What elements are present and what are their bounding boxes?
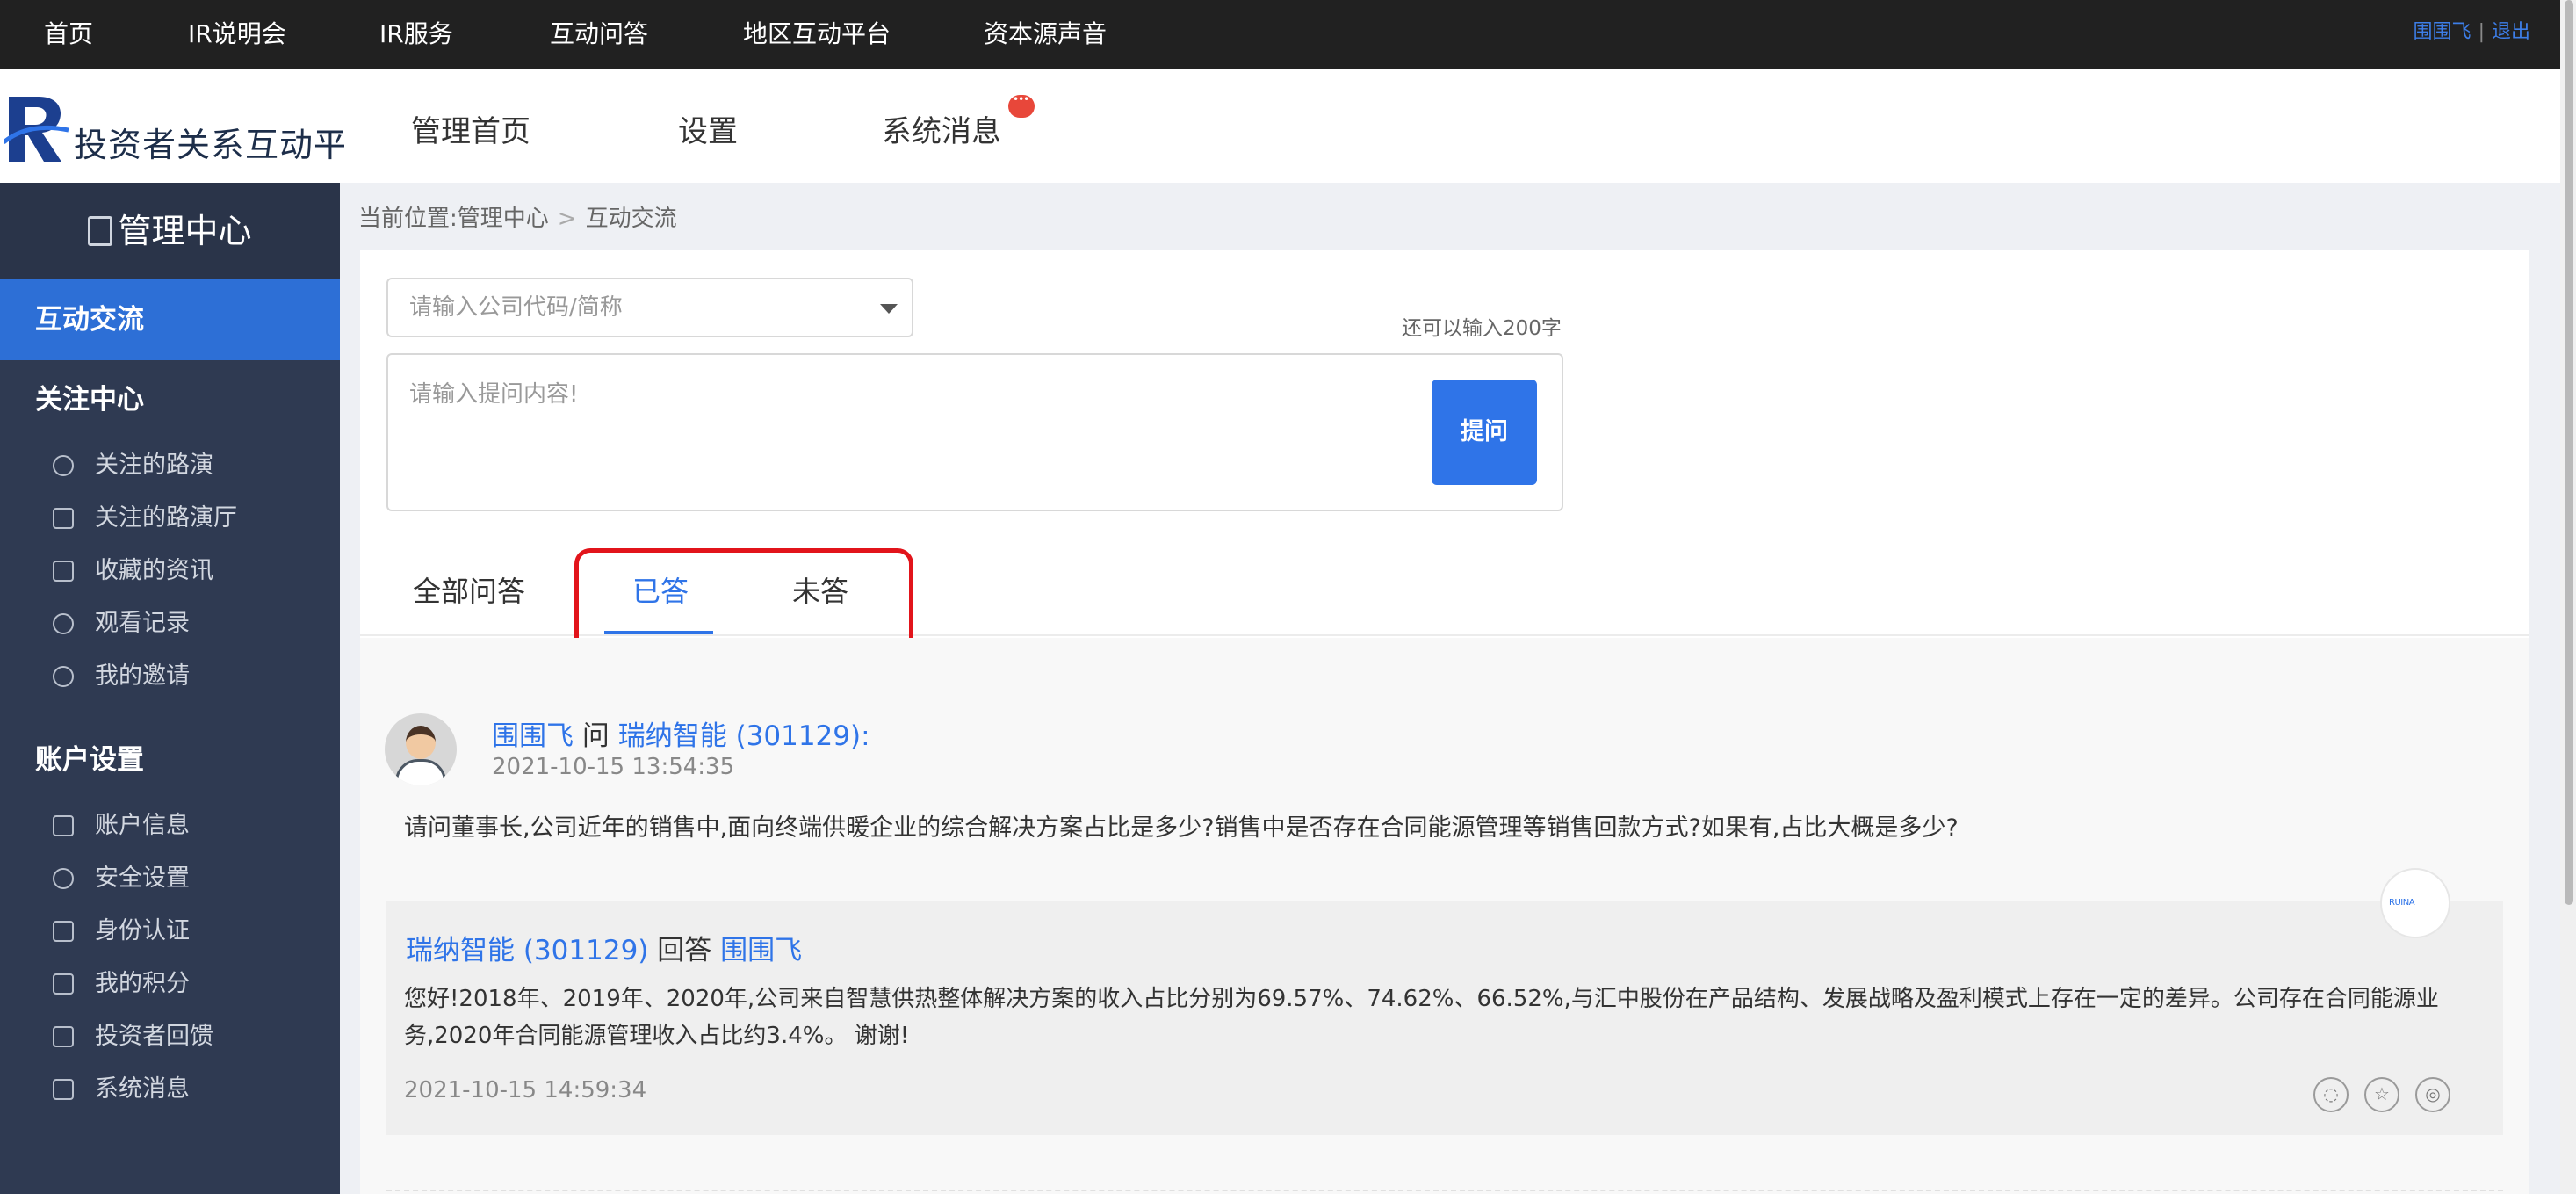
clock-icon [53,613,74,634]
sidebar-item-identity[interactable]: 身份认证 [0,905,340,958]
company-select[interactable]: 请输入公司代码/简称 [386,278,913,337]
breadcrumb: 当前位置:管理中心 > 互动交流 [358,200,677,233]
sidebar-item-label: 账户信息 [95,812,190,839]
user-separator: | [2478,21,2485,43]
scrollbar-thumb[interactable] [2565,0,2573,905]
sidebar-item-label: 身份认证 [95,917,190,944]
scrollbar[interactable] [2560,0,2576,1194]
tab-all[interactable]: 全部问答 [413,569,525,610]
ask-word: 问 [581,720,610,752]
video-icon [53,508,74,529]
question-time: 2021-10-15 13:54:35 [492,754,735,780]
sidebar-item-label: 安全设置 [95,865,190,892]
question-textarea[interactable]: 请输入提问内容! [386,353,1563,511]
sidebar-item-label: 关注的路演厅 [95,504,237,532]
sidebar-group-account: 账户设置 [35,744,144,776]
sidebar-item-rewards[interactable]: 投资者回馈 [0,1010,340,1063]
question-colon: : [861,720,870,752]
breadcrumb-current: 互动交流 [585,206,677,232]
char-counter: 还可以输入200字 [1402,317,1562,340]
breadcrumb-prefix: 当前位置: [358,206,458,232]
user-area: 围围飞 | 退出 [2414,0,2530,69]
sidebar-title-label: 管理中心 [118,212,252,250]
star-icon[interactable]: ☆ [2364,1077,2399,1112]
sidebar-item-invitations[interactable]: 我的邀请 [0,650,340,703]
answer-text: 您好!2018年、2019年、2020年,公司来自智慧供热整体解决方案的收入占比… [404,986,2439,1049]
top-nav: 首页 IR说明会 IR服务 互动问答 地区互动平台 资本源声音 围围飞 | 退出 [0,0,2576,69]
answer-meta: 瑞纳智能 (301129) 回答 围围飞 [406,928,802,967]
sidebar-item-system-messages[interactable]: 系统消息 [0,1063,340,1116]
message-badge-icon [1008,93,1035,118]
weibo-icon[interactable]: ◎ [2415,1077,2450,1112]
topnav-regional[interactable]: 地区互动平台 [743,0,891,69]
sidebar-item-label: 收藏的资讯 [95,557,213,584]
topnav-ir-meeting[interactable]: IR说明会 [188,0,286,69]
company-logo: RUINA [2380,868,2450,938]
sidebar-item-followed-halls[interactable]: 关注的路演厅 [0,492,340,545]
list-divider [386,1190,2503,1191]
sidebar-item-security[interactable]: 安全设置 [0,852,340,905]
sidebar-group-follow: 关注中心 [35,384,144,416]
logout-link[interactable]: 退出 [2492,21,2530,43]
header: 投资者关系互动平 管理首页 设置 系统消息 [0,69,2576,183]
gift-icon [53,1026,74,1047]
sidebar-item-saved-news[interactable]: 收藏的资讯 [0,545,340,597]
site-logo[interactable]: 投资者关系互动平 [0,88,344,167]
logo-r-icon [4,97,69,162]
sidebar-item-label: 系统消息 [95,1075,190,1103]
answer-time: 2021-10-15 14:59:34 [404,1077,647,1104]
edit-icon [53,815,74,836]
wechat-icon[interactable]: ◌ [2313,1077,2349,1112]
breadcrumb-management[interactable]: 管理中心 [458,206,549,232]
sidebar-item-followed-roadshows[interactable]: 关注的路演 [0,439,340,492]
logo-text: 投资者关系互动平 [74,126,344,164]
sidebar-item-points[interactable]: 我的积分 [0,958,340,1010]
sidebar-item-interaction[interactable]: 互动交流 [0,279,340,360]
answer-company-link[interactable]: 瑞纳智能 (301129) [406,935,648,966]
question-text: 请问董事长,公司近年的销售中,面向终端供暖企业的综合解决方案占比是多少?销售中是… [404,814,1959,842]
user-icon [53,666,74,687]
avatar-body [395,759,446,785]
header-nav-home[interactable]: 管理首页 [411,107,530,150]
sidebar-item-label: 观看记录 [95,610,190,637]
id-card-icon [53,921,74,942]
sidebar-item-account-info[interactable]: 账户信息 [0,800,340,852]
topnav-ir-service[interactable]: IR服务 [379,0,453,69]
header-nav-settings[interactable]: 设置 [678,107,738,150]
points-icon [53,973,74,995]
sidebar-item-label: 投资者回馈 [95,1023,213,1050]
megaphone-icon [53,1079,74,1100]
sidebar-item-label: 我的积分 [95,970,190,997]
question-placeholder: 请输入提问内容! [409,381,579,408]
avatar [385,713,457,785]
play-icon [53,455,74,476]
sidebar-title: 管理中心 [0,183,340,279]
avatar-head [406,726,436,759]
gear-icon [53,868,74,889]
sidebar-item-history[interactable]: 观看记录 [0,597,340,650]
header-nav-messages[interactable]: 系统消息 [882,107,1001,150]
breadcrumb-separator: > [557,206,577,232]
answer-word: 回答 [657,935,712,966]
answer-to-link[interactable]: 围围飞 [720,935,802,966]
sidebar: 管理中心 互动交流 关注中心 关注的路演 关注的路演厅 收藏的资讯 观看记录 我… [0,183,340,1194]
sidebar-item-label: 我的邀请 [95,662,190,690]
asker-link[interactable]: 围围飞 [492,720,574,752]
file-icon [53,561,74,582]
sidebar-item-label: 关注的路演 [95,452,213,479]
ask-button[interactable]: 提问 [1432,380,1537,485]
caret-down-icon [880,304,898,314]
question-company-link[interactable]: 瑞纳智能 (301129) [618,720,861,752]
document-icon [88,216,113,246]
topnav-qa[interactable]: 互动问答 [550,0,648,69]
username-link[interactable]: 围围飞 [2414,21,2471,43]
topnav-home[interactable]: 首页 [44,0,93,69]
company-select-placeholder: 请输入公司代码/简称 [409,294,623,321]
topnav-capital-voice[interactable]: 资本源声音 [984,0,1107,69]
question-meta: 围围飞 问 瑞纳智能 (301129): [492,713,870,753]
company-logo-text: RUINA [2389,898,2415,908]
